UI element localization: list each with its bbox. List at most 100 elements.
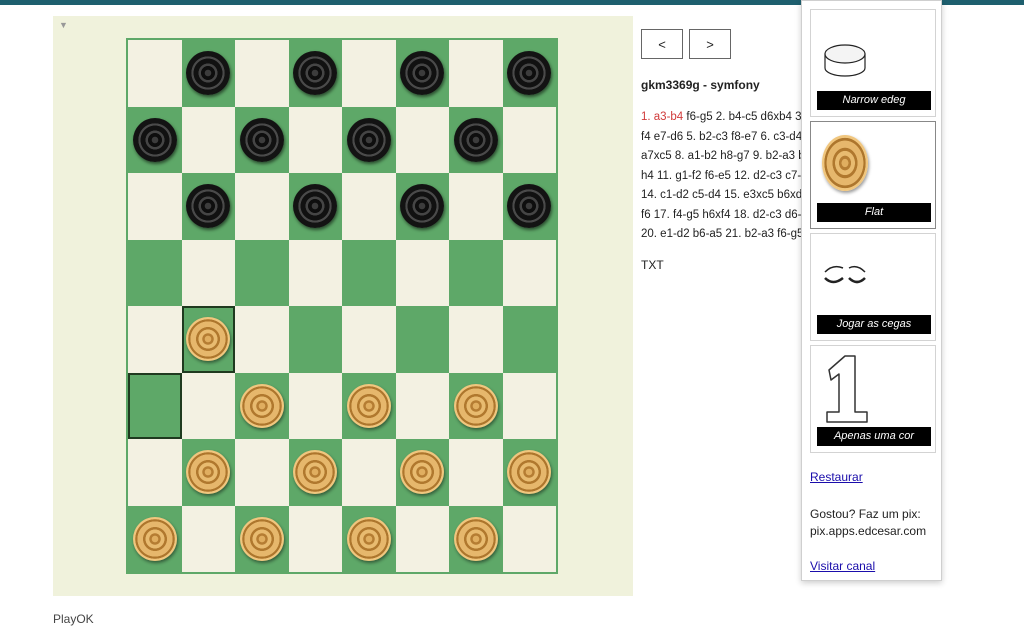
board-square[interactable] bbox=[235, 439, 289, 506]
white-checker-piece[interactable] bbox=[400, 450, 445, 495]
black-checker-piece[interactable] bbox=[293, 51, 338, 96]
white-checker-piece[interactable] bbox=[346, 383, 391, 428]
board-square[interactable] bbox=[502, 505, 556, 572]
txt-export-link[interactable]: TXT bbox=[641, 258, 664, 272]
board-square[interactable] bbox=[395, 306, 449, 373]
board-square[interactable] bbox=[181, 106, 235, 173]
white-checker-piece[interactable] bbox=[186, 317, 231, 362]
black-checker-piece[interactable] bbox=[132, 117, 177, 162]
board-square[interactable] bbox=[342, 306, 396, 373]
black-checker-piece[interactable] bbox=[400, 184, 445, 229]
board-square[interactable] bbox=[449, 505, 503, 572]
board-square[interactable] bbox=[288, 372, 342, 439]
board-square[interactable] bbox=[342, 40, 396, 107]
board-square[interactable] bbox=[502, 372, 556, 439]
board-square[interactable] bbox=[128, 372, 182, 439]
option-single-color[interactable]: Apenas uma cor bbox=[810, 345, 936, 453]
white-checker-piece[interactable] bbox=[186, 450, 231, 495]
previous-move-button[interactable]: < bbox=[641, 29, 683, 59]
board-square[interactable] bbox=[128, 505, 182, 572]
board-square[interactable] bbox=[502, 173, 556, 240]
visit-channel-link[interactable]: Visitar canal bbox=[810, 559, 875, 573]
board-square[interactable] bbox=[449, 306, 503, 373]
board-square[interactable] bbox=[235, 40, 289, 107]
move-line[interactable]: 20. e1-d2 b6-a5 21. b2-a3 f6-g5 2 bbox=[641, 225, 809, 245]
board-square[interactable] bbox=[288, 40, 342, 107]
board-square[interactable] bbox=[342, 372, 396, 439]
board-square[interactable] bbox=[395, 239, 449, 306]
board-square[interactable] bbox=[449, 439, 503, 506]
board-square[interactable] bbox=[395, 173, 449, 240]
black-checker-piece[interactable] bbox=[186, 184, 231, 229]
board-square[interactable] bbox=[128, 106, 182, 173]
black-checker-piece[interactable] bbox=[507, 51, 552, 96]
board-square[interactable] bbox=[449, 239, 503, 306]
board-square[interactable] bbox=[288, 306, 342, 373]
board-square[interactable] bbox=[502, 106, 556, 173]
move-line[interactable]: f4 e7-d6 5. b2-c3 f8-e7 6. c3-d4 g bbox=[641, 128, 809, 148]
black-checker-piece[interactable] bbox=[186, 51, 231, 96]
checkers-board[interactable] bbox=[126, 38, 558, 574]
board-square[interactable] bbox=[502, 40, 556, 107]
board-square[interactable] bbox=[342, 505, 396, 572]
board-square[interactable] bbox=[342, 239, 396, 306]
next-move-button[interactable]: > bbox=[689, 29, 731, 59]
board-square[interactable] bbox=[288, 106, 342, 173]
board-square[interactable] bbox=[502, 306, 556, 373]
board-square[interactable] bbox=[449, 372, 503, 439]
board-square[interactable] bbox=[342, 173, 396, 240]
board-square[interactable] bbox=[235, 505, 289, 572]
move-line[interactable]: 14. c1-d2 c5-d4 15. e3xc5 b6xd4 bbox=[641, 186, 809, 206]
board-square[interactable] bbox=[235, 239, 289, 306]
board-square[interactable] bbox=[288, 239, 342, 306]
board-square[interactable] bbox=[449, 106, 503, 173]
board-square[interactable] bbox=[128, 239, 182, 306]
white-checker-piece[interactable] bbox=[507, 450, 552, 495]
move-line[interactable]: a7xc5 8. a1-b2 h8-g7 9. b2-a3 b8 bbox=[641, 147, 809, 167]
option-blind-play[interactable]: Jogar as cegas bbox=[810, 233, 936, 341]
board-square[interactable] bbox=[181, 306, 235, 373]
white-checker-piece[interactable] bbox=[293, 450, 338, 495]
restore-link[interactable]: Restaurar bbox=[810, 470, 863, 484]
board-square[interactable] bbox=[235, 306, 289, 373]
board-square[interactable] bbox=[449, 173, 503, 240]
white-checker-piece[interactable] bbox=[132, 516, 177, 561]
black-checker-piece[interactable] bbox=[400, 51, 445, 96]
black-checker-piece[interactable] bbox=[507, 184, 552, 229]
board-square[interactable] bbox=[395, 106, 449, 173]
board-square[interactable] bbox=[395, 439, 449, 506]
option-narrow-edge[interactable]: Narrow edeg bbox=[810, 9, 936, 117]
black-checker-piece[interactable] bbox=[239, 117, 284, 162]
white-checker-piece[interactable] bbox=[453, 383, 498, 428]
board-square[interactable] bbox=[181, 40, 235, 107]
move-line[interactable]: h4 11. g1-f2 f6-e5 12. d2-c3 c7-b bbox=[641, 167, 809, 187]
board-square[interactable] bbox=[502, 239, 556, 306]
board-square[interactable] bbox=[235, 372, 289, 439]
white-checker-piece[interactable] bbox=[346, 516, 391, 561]
board-square[interactable] bbox=[395, 372, 449, 439]
move-line[interactable]: f6 17. f4-g5 h6xf4 18. d2-c3 d6-c bbox=[641, 206, 809, 226]
board-square[interactable] bbox=[449, 40, 503, 107]
board-square[interactable] bbox=[128, 173, 182, 240]
collapse-triangle-icon[interactable]: ▼ bbox=[59, 20, 68, 30]
board-square[interactable] bbox=[181, 505, 235, 572]
board-square[interactable] bbox=[181, 439, 235, 506]
current-move[interactable]: 1. a3-b4 bbox=[641, 111, 683, 123]
board-square[interactable] bbox=[288, 439, 342, 506]
board-square[interactable] bbox=[128, 306, 182, 373]
white-checker-piece[interactable] bbox=[239, 516, 284, 561]
board-square[interactable] bbox=[128, 439, 182, 506]
white-checker-piece[interactable] bbox=[239, 383, 284, 428]
board-square[interactable] bbox=[288, 505, 342, 572]
board-square[interactable] bbox=[181, 372, 235, 439]
board-square[interactable] bbox=[288, 173, 342, 240]
board-square[interactable] bbox=[181, 239, 235, 306]
board-square[interactable] bbox=[181, 173, 235, 240]
board-square[interactable] bbox=[235, 106, 289, 173]
board-square[interactable] bbox=[395, 40, 449, 107]
black-checker-piece[interactable] bbox=[453, 117, 498, 162]
board-square[interactable] bbox=[342, 106, 396, 173]
black-checker-piece[interactable] bbox=[346, 117, 391, 162]
board-square[interactable] bbox=[128, 40, 182, 107]
white-checker-piece[interactable] bbox=[453, 516, 498, 561]
